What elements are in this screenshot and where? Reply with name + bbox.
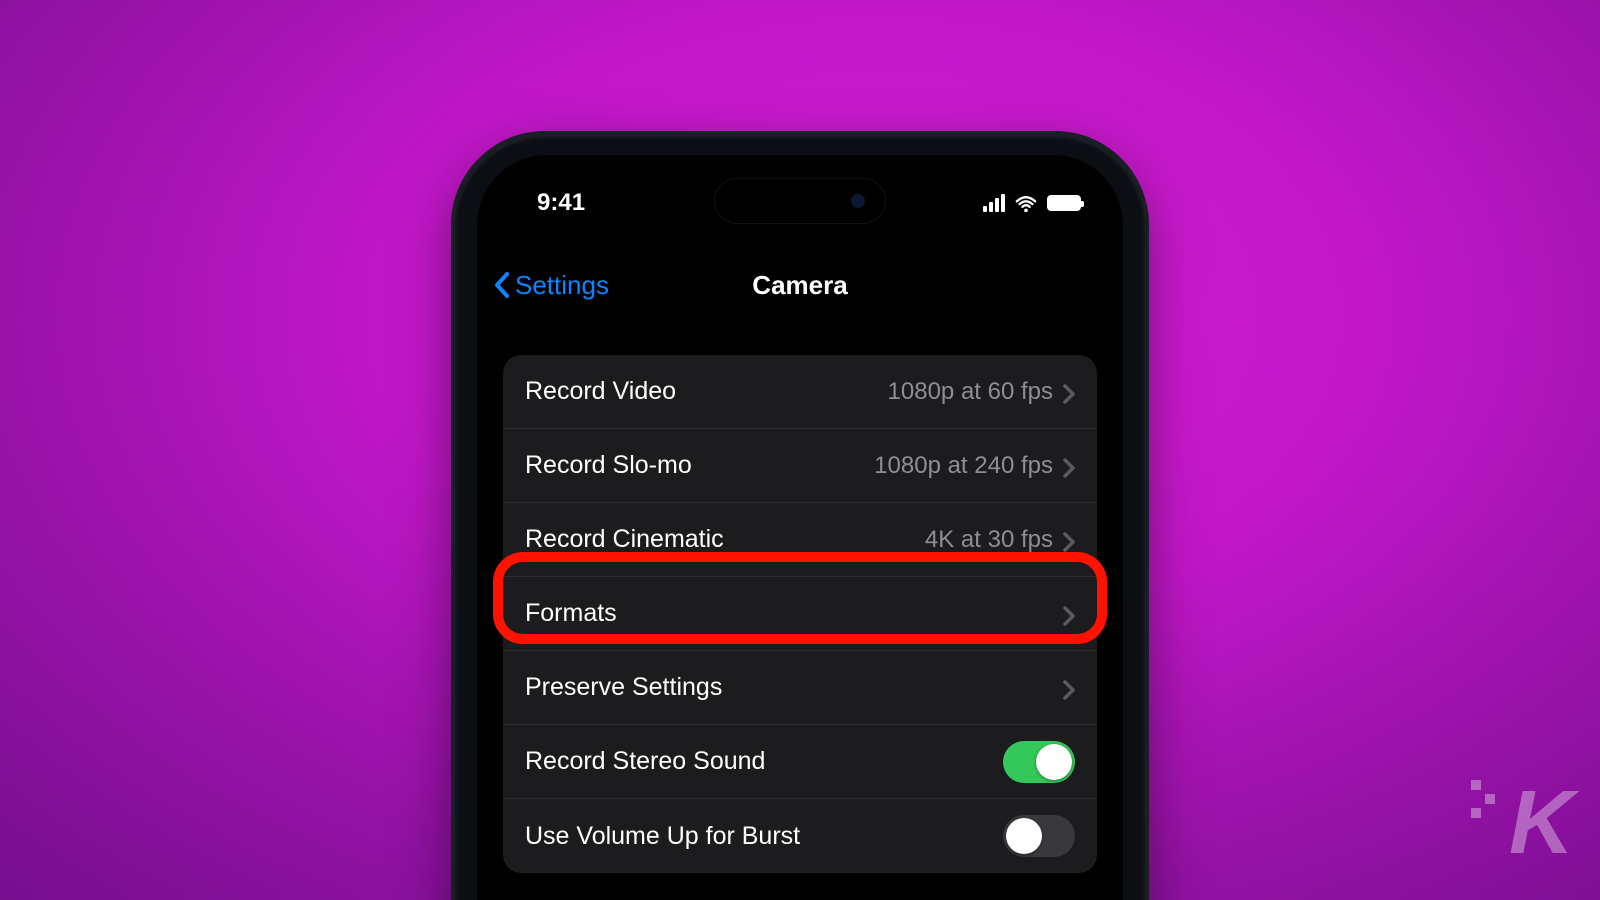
back-button[interactable]: Settings: [493, 270, 609, 301]
phone-frame: 9:41 Settings Camera Record Video: [455, 135, 1145, 900]
nav-header: Settings Camera: [477, 255, 1123, 315]
chevron-right-icon: [1063, 382, 1075, 402]
chevron-right-icon: [1063, 604, 1075, 624]
watermark-letter: K: [1509, 773, 1570, 873]
row-record-stereo-sound[interactable]: Record Stereo Sound: [503, 725, 1097, 799]
row-value: 4K at 30 fps: [925, 526, 1053, 554]
row-preserve-settings[interactable]: Preserve Settings: [503, 651, 1097, 725]
row-record-cinematic[interactable]: Record Cinematic 4K at 30 fps: [503, 503, 1097, 577]
row-label: Formats: [525, 599, 617, 628]
back-label: Settings: [515, 270, 609, 301]
chevron-left-icon: [493, 271, 511, 299]
row-label: Use Volume Up for Burst: [525, 822, 800, 851]
row-volume-up-burst[interactable]: Use Volume Up for Burst: [503, 799, 1097, 873]
cellular-icon: [983, 194, 1005, 212]
chevron-right-icon: [1063, 678, 1075, 698]
toggle-volume-burst[interactable]: [1003, 815, 1075, 857]
settings-list: Record Video 1080p at 60 fps Record Slo-…: [503, 355, 1097, 873]
watermark-dots: [1471, 780, 1511, 820]
chevron-right-icon: [1063, 530, 1075, 550]
dynamic-island: [715, 179, 885, 223]
row-label: Record Video: [525, 377, 676, 406]
row-record-video[interactable]: Record Video 1080p at 60 fps: [503, 355, 1097, 429]
wifi-icon: [1015, 194, 1037, 212]
row-label: Record Cinematic: [525, 525, 724, 554]
watermark-logo: K: [1509, 772, 1570, 875]
page-title: Camera: [752, 270, 847, 301]
row-record-slomo[interactable]: Record Slo-mo 1080p at 240 fps: [503, 429, 1097, 503]
status-time: 9:41: [537, 189, 585, 217]
row-label: Preserve Settings: [525, 673, 722, 702]
phone-screen: 9:41 Settings Camera Record Video: [477, 155, 1123, 900]
toggle-stereo-sound[interactable]: [1003, 741, 1075, 783]
battery-icon: [1047, 195, 1081, 211]
row-value: 1080p at 240 fps: [874, 452, 1053, 480]
row-label: Record Slo-mo: [525, 451, 692, 480]
row-label: Record Stereo Sound: [525, 747, 765, 776]
chevron-right-icon: [1063, 456, 1075, 476]
row-value: 1080p at 60 fps: [888, 378, 1053, 406]
row-formats[interactable]: Formats: [503, 577, 1097, 651]
